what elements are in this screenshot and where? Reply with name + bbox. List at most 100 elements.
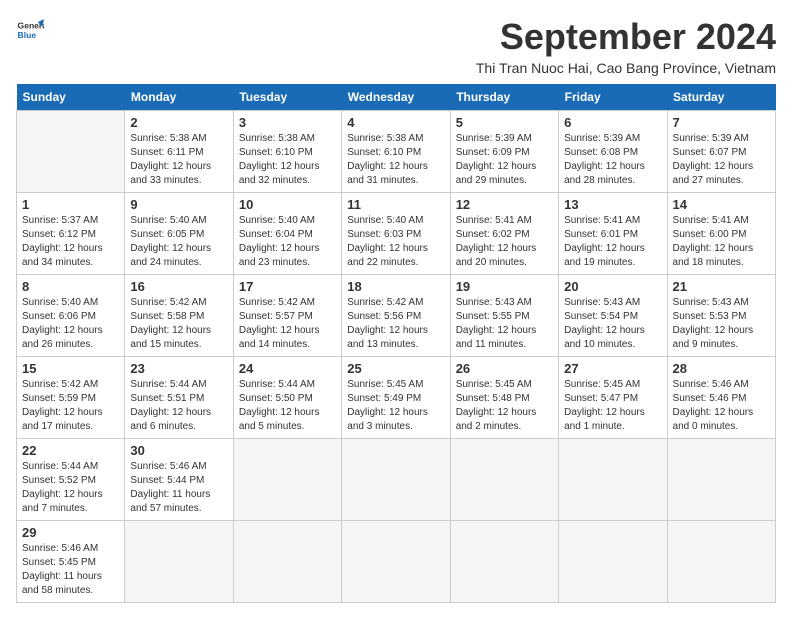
calendar-cell	[450, 521, 558, 603]
calendar-cell	[559, 521, 667, 603]
logo: General Blue	[16, 16, 44, 44]
day-info: Sunrise: 5:44 AMSunset: 5:51 PMDaylight:…	[130, 379, 211, 432]
day-info: Sunrise: 5:40 AMSunset: 6:04 PMDaylight:…	[239, 215, 320, 268]
calendar-cell: 8Sunrise: 5:40 AMSunset: 6:06 PMDaylight…	[17, 275, 125, 357]
day-number: 7	[673, 115, 770, 130]
calendar-cell: 21 Sunrise: 5:43 AMSunset: 5:53 PMDayligh…	[667, 275, 775, 357]
calendar-cell	[17, 111, 125, 193]
svg-text:Blue: Blue	[18, 30, 37, 40]
day-info: Sunrise: 5:46 AMSunset: 5:44 PMDaylight:…	[130, 461, 210, 514]
day-info: Sunrise: 5:41 AMSunset: 6:00 PMDaylight:…	[673, 215, 754, 268]
calendar-cell: 24 Sunrise: 5:44 AMSunset: 5:50 PMDayligh…	[233, 357, 341, 439]
day-number: 5	[456, 115, 553, 130]
weekday-header-thursday: Thursday	[450, 84, 558, 111]
weekday-header-friday: Friday	[559, 84, 667, 111]
location-title: Thi Tran Nuoc Hai, Cao Bang Province, Vi…	[476, 60, 776, 76]
day-number: 23	[130, 361, 227, 376]
day-info: Sunrise: 5:38 AMSunset: 6:10 PMDaylight:…	[347, 133, 428, 186]
day-number: 3	[239, 115, 336, 130]
calendar: SundayMondayTuesdayWednesdayThursdayFrid…	[16, 84, 776, 603]
calendar-cell: 5 Sunrise: 5:39 AMSunset: 6:09 PMDaylight…	[450, 111, 558, 193]
calendar-cell: 9 Sunrise: 5:40 AMSunset: 6:05 PMDaylight…	[125, 193, 233, 275]
calendar-cell: 1 Sunrise: 5:37 AMSunset: 6:12 PMDaylight…	[17, 193, 125, 275]
day-number: 18	[347, 279, 444, 294]
calendar-cell: 28 Sunrise: 5:46 AMSunset: 5:46 PMDayligh…	[667, 357, 775, 439]
calendar-cell: 10 Sunrise: 5:40 AMSunset: 6:04 PMDayligh…	[233, 193, 341, 275]
day-number: 26	[456, 361, 553, 376]
day-info: Sunrise: 5:43 AMSunset: 5:53 PMDaylight:…	[673, 297, 754, 350]
day-number: 12	[456, 197, 553, 212]
day-info: Sunrise: 5:40 AMSunset: 6:06 PMDaylight:…	[22, 297, 103, 350]
calendar-cell	[342, 521, 450, 603]
calendar-cell: 3 Sunrise: 5:38 AMSunset: 6:10 PMDaylight…	[233, 111, 341, 193]
calendar-cell	[559, 439, 667, 521]
calendar-cell: 30 Sunrise: 5:46 AMSunset: 5:44 PMDayligh…	[125, 439, 233, 521]
day-number: 20	[564, 279, 661, 294]
weekday-header-saturday: Saturday	[667, 84, 775, 111]
day-info: Sunrise: 5:42 AMSunset: 5:59 PMDaylight:…	[22, 379, 103, 432]
day-number: 24	[239, 361, 336, 376]
calendar-cell	[450, 439, 558, 521]
logo-icon: General Blue	[16, 16, 44, 44]
day-number: 13	[564, 197, 661, 212]
calendar-cell	[667, 439, 775, 521]
calendar-cell: 19Sunrise: 5:43 AMSunset: 5:55 PMDayligh…	[450, 275, 558, 357]
calendar-cell: 29 Sunrise: 5:46 AMSunset: 5:45 PMDayligh…	[17, 521, 125, 603]
calendar-cell: 11Sunrise: 5:40 AMSunset: 6:03 PMDayligh…	[342, 193, 450, 275]
day-info: Sunrise: 5:44 AMSunset: 5:50 PMDaylight:…	[239, 379, 320, 432]
day-number: 10	[239, 197, 336, 212]
calendar-cell: 20 Sunrise: 5:43 AMSunset: 5:54 PMDayligh…	[559, 275, 667, 357]
calendar-cell: 16Sunrise: 5:42 AMSunset: 5:58 PMDayligh…	[125, 275, 233, 357]
day-number: 28	[673, 361, 770, 376]
day-number: 29	[22, 525, 119, 540]
weekday-header-monday: Monday	[125, 84, 233, 111]
calendar-cell: 14 Sunrise: 5:41 AMSunset: 6:00 PMDayligh…	[667, 193, 775, 275]
weekday-header-tuesday: Tuesday	[233, 84, 341, 111]
day-info: Sunrise: 5:45 AMSunset: 5:49 PMDaylight:…	[347, 379, 428, 432]
calendar-cell: 13 Sunrise: 5:41 AMSunset: 6:01 PMDayligh…	[559, 193, 667, 275]
day-info: Sunrise: 5:39 AMSunset: 6:07 PMDaylight:…	[673, 133, 754, 186]
day-number: 9	[130, 197, 227, 212]
day-number: 4	[347, 115, 444, 130]
calendar-cell: 7 Sunrise: 5:39 AMSunset: 6:07 PMDaylight…	[667, 111, 775, 193]
calendar-cell: 17Sunrise: 5:42 AMSunset: 5:57 PMDayligh…	[233, 275, 341, 357]
day-number: 11	[347, 197, 444, 212]
day-info: Sunrise: 5:37 AMSunset: 6:12 PMDaylight:…	[22, 215, 103, 268]
calendar-cell: 26 Sunrise: 5:45 AMSunset: 5:48 PMDayligh…	[450, 357, 558, 439]
day-number: 30	[130, 443, 227, 458]
day-number: 14	[673, 197, 770, 212]
calendar-cell: 12 Sunrise: 5:41 AMSunset: 6:02 PMDayligh…	[450, 193, 558, 275]
day-info: Sunrise: 5:39 AMSunset: 6:08 PMDaylight:…	[564, 133, 645, 186]
calendar-cell: 22 Sunrise: 5:44 AMSunset: 5:52 PMDayligh…	[17, 439, 125, 521]
day-number: 25	[347, 361, 444, 376]
day-info: Sunrise: 5:41 AMSunset: 6:01 PMDaylight:…	[564, 215, 645, 268]
calendar-cell: 23 Sunrise: 5:44 AMSunset: 5:51 PMDayligh…	[125, 357, 233, 439]
calendar-cell	[667, 521, 775, 603]
day-info: Sunrise: 5:46 AMSunset: 5:45 PMDaylight:…	[22, 543, 102, 596]
calendar-cell	[233, 521, 341, 603]
day-info: Sunrise: 5:39 AMSunset: 6:09 PMDaylight:…	[456, 133, 537, 186]
weekday-header-sunday: Sunday	[17, 84, 125, 111]
day-info: Sunrise: 5:45 AMSunset: 5:48 PMDaylight:…	[456, 379, 537, 432]
day-info: Sunrise: 5:42 AMSunset: 5:58 PMDaylight:…	[130, 297, 211, 350]
day-info: Sunrise: 5:44 AMSunset: 5:52 PMDaylight:…	[22, 461, 103, 514]
day-info: Sunrise: 5:41 AMSunset: 6:02 PMDaylight:…	[456, 215, 537, 268]
day-number: 17	[239, 279, 336, 294]
day-number: 15	[22, 361, 119, 376]
day-number: 27	[564, 361, 661, 376]
calendar-cell: 18Sunrise: 5:42 AMSunset: 5:56 PMDayligh…	[342, 275, 450, 357]
day-number: 22	[22, 443, 119, 458]
day-info: Sunrise: 5:45 AMSunset: 5:47 PMDaylight:…	[564, 379, 645, 432]
day-info: Sunrise: 5:43 AMSunset: 5:54 PMDaylight:…	[564, 297, 645, 350]
weekday-header-wednesday: Wednesday	[342, 84, 450, 111]
calendar-cell: 27 Sunrise: 5:45 AMSunset: 5:47 PMDayligh…	[559, 357, 667, 439]
calendar-cell	[342, 439, 450, 521]
calendar-cell	[125, 521, 233, 603]
day-info: Sunrise: 5:46 AMSunset: 5:46 PMDaylight:…	[673, 379, 754, 432]
day-number: 1	[22, 197, 119, 212]
title-block: September 2024 Thi Tran Nuoc Hai, Cao Ba…	[476, 16, 776, 76]
day-info: Sunrise: 5:38 AMSunset: 6:10 PMDaylight:…	[239, 133, 320, 186]
day-number: 21	[673, 279, 770, 294]
calendar-cell: 6Sunrise: 5:39 AMSunset: 6:08 PMDaylight…	[559, 111, 667, 193]
day-info: Sunrise: 5:40 AMSunset: 6:05 PMDaylight:…	[130, 215, 211, 268]
